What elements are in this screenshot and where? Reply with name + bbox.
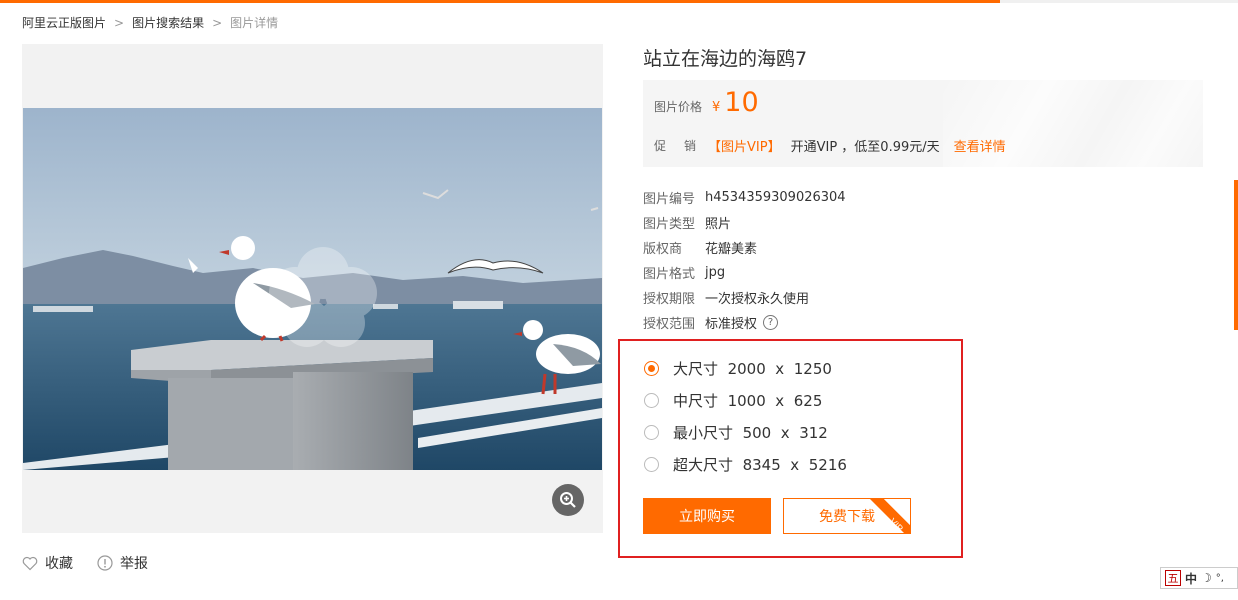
promo-text: 开通VIP ，低至0.99元/天 — [790, 140, 940, 155]
favorite-label: 收藏 — [45, 556, 73, 572]
size-width: 1000 — [727, 391, 766, 410]
size-name: 超大尺寸 — [673, 456, 734, 474]
moon-icon[interactable]: ☽ — [1201, 571, 1212, 585]
size-option-extra-large[interactable]: 超大尺寸 8345 x 5216 — [644, 454, 847, 475]
size-height: 625 — [793, 391, 823, 410]
free-download-label: 免费下载 — [819, 509, 875, 525]
zoom-in-icon — [560, 492, 576, 508]
buy-now-button[interactable]: 立即购买 — [643, 498, 771, 534]
report-button[interactable]: 举报 — [97, 553, 148, 573]
side-float-tab[interactable] — [1234, 180, 1238, 330]
ime-language-toggle[interactable]: 中 — [1185, 570, 1197, 587]
warning-icon — [97, 555, 113, 571]
price-label: 图片价格 — [654, 100, 703, 114]
meta-label: 授权期限 — [643, 292, 696, 307]
breadcrumb-current: 图片详情 — [230, 16, 279, 30]
breadcrumb-separator: > — [212, 15, 223, 30]
promo-label: 促销 — [654, 139, 715, 153]
meta-label: 图片格式 — [643, 267, 696, 282]
radio-button-selected[interactable] — [644, 361, 659, 376]
free-download-button[interactable]: 免费下载 VIP — [783, 498, 911, 534]
zoom-in-button[interactable] — [552, 484, 584, 516]
vip-badge: VIP — [870, 499, 910, 533]
size-height: 1250 — [793, 359, 832, 378]
image-meta: 图片编号 h4534359309026304 图片类型 照片 版权商 花瓣美素 … — [643, 185, 846, 335]
meta-value: 花瓣美素 — [705, 242, 758, 257]
radio-button[interactable] — [644, 457, 659, 472]
heart-icon — [22, 556, 38, 570]
meta-row-id: 图片编号 h4534359309026304 — [643, 185, 846, 210]
image-title: 站立在海边的海鸥7 — [643, 48, 808, 70]
meta-label: 授权范围 — [643, 317, 696, 332]
breadcrumb-home[interactable]: 阿里云正版图片 — [22, 14, 106, 31]
size-name: 最小尺寸 — [673, 424, 734, 442]
promo-details-link[interactable]: 查看详情 — [954, 136, 1006, 155]
size-option-large[interactable]: 大尺寸 2000 x 1250 — [644, 358, 832, 379]
breadcrumb-separator: > — [114, 15, 125, 30]
radio-button[interactable] — [644, 393, 659, 408]
top-accent-line — [0, 0, 1000, 3]
meta-row-copyright: 版权商 花瓣美素 — [643, 235, 846, 260]
meta-value: 照片 — [705, 217, 732, 232]
radio-button[interactable] — [644, 425, 659, 440]
top-bar — [0, 0, 1238, 3]
size-name: 中尺寸 — [673, 392, 719, 410]
meta-value: h4534359309026304 — [705, 190, 846, 205]
size-width: 2000 — [727, 359, 766, 378]
size-x: x — [780, 423, 790, 442]
image-actions: 收藏 举报 — [22, 553, 172, 573]
ime-toolbar[interactable]: 五 中 ☽ °, — [1160, 567, 1238, 589]
meta-label: 版权商 — [643, 242, 683, 257]
meta-row-license-term: 授权期限 一次授权永久使用 — [643, 285, 846, 310]
meta-row-license-scope: 授权范围 标准授权 ? — [643, 310, 846, 335]
size-x: x — [790, 455, 800, 474]
promo-tag: 【图片VIP】 — [708, 140, 781, 155]
meta-label: 图片编号 — [643, 192, 696, 207]
meta-value: jpg — [705, 265, 726, 280]
meta-row-type: 图片类型 照片 — [643, 210, 846, 235]
size-name: 大尺寸 — [673, 360, 719, 378]
size-x: x — [775, 391, 785, 410]
price-amount: 10 — [724, 87, 759, 118]
meta-row-format: 图片格式 jpg — [643, 260, 846, 285]
size-x: x — [775, 359, 785, 378]
size-option-smallest[interactable]: 最小尺寸 500 x 312 — [644, 422, 828, 443]
meta-value: 一次授权永久使用 — [705, 292, 810, 307]
ime-punctuation[interactable]: °, — [1216, 573, 1224, 584]
price-row: 图片价格 ¥ 10 — [654, 87, 759, 118]
breadcrumb: 阿里云正版图片 > 图片搜索结果 > 图片详情 — [22, 14, 278, 31]
size-height: 312 — [799, 423, 828, 442]
seagull-photo[interactable] — [23, 108, 602, 470]
size-width: 500 — [742, 423, 772, 442]
size-option-medium[interactable]: 中尺寸 1000 x 625 — [644, 390, 822, 411]
price-currency: ¥ — [712, 100, 721, 115]
price-box: 图片价格 ¥ 10 促销 【图片VIP】 开通VIP ，低至0.99元/天 查看… — [643, 80, 1203, 167]
seagull-photo-illustration — [23, 108, 602, 470]
breadcrumb-search-results[interactable]: 图片搜索结果 — [132, 14, 204, 31]
ime-logo-icon: 五 — [1165, 570, 1181, 586]
size-width: 8345 — [742, 455, 781, 474]
report-label: 举报 — [120, 556, 148, 572]
size-height: 5216 — [808, 455, 847, 474]
meta-value: 标准授权 — [705, 317, 758, 332]
image-viewer — [22, 44, 603, 533]
meta-label: 图片类型 — [643, 217, 696, 232]
promo-row: 促销 【图片VIP】 开通VIP ，低至0.99元/天 查看详情 — [654, 136, 1006, 155]
help-icon[interactable]: ? — [763, 315, 779, 330]
favorite-button[interactable]: 收藏 — [22, 553, 73, 573]
